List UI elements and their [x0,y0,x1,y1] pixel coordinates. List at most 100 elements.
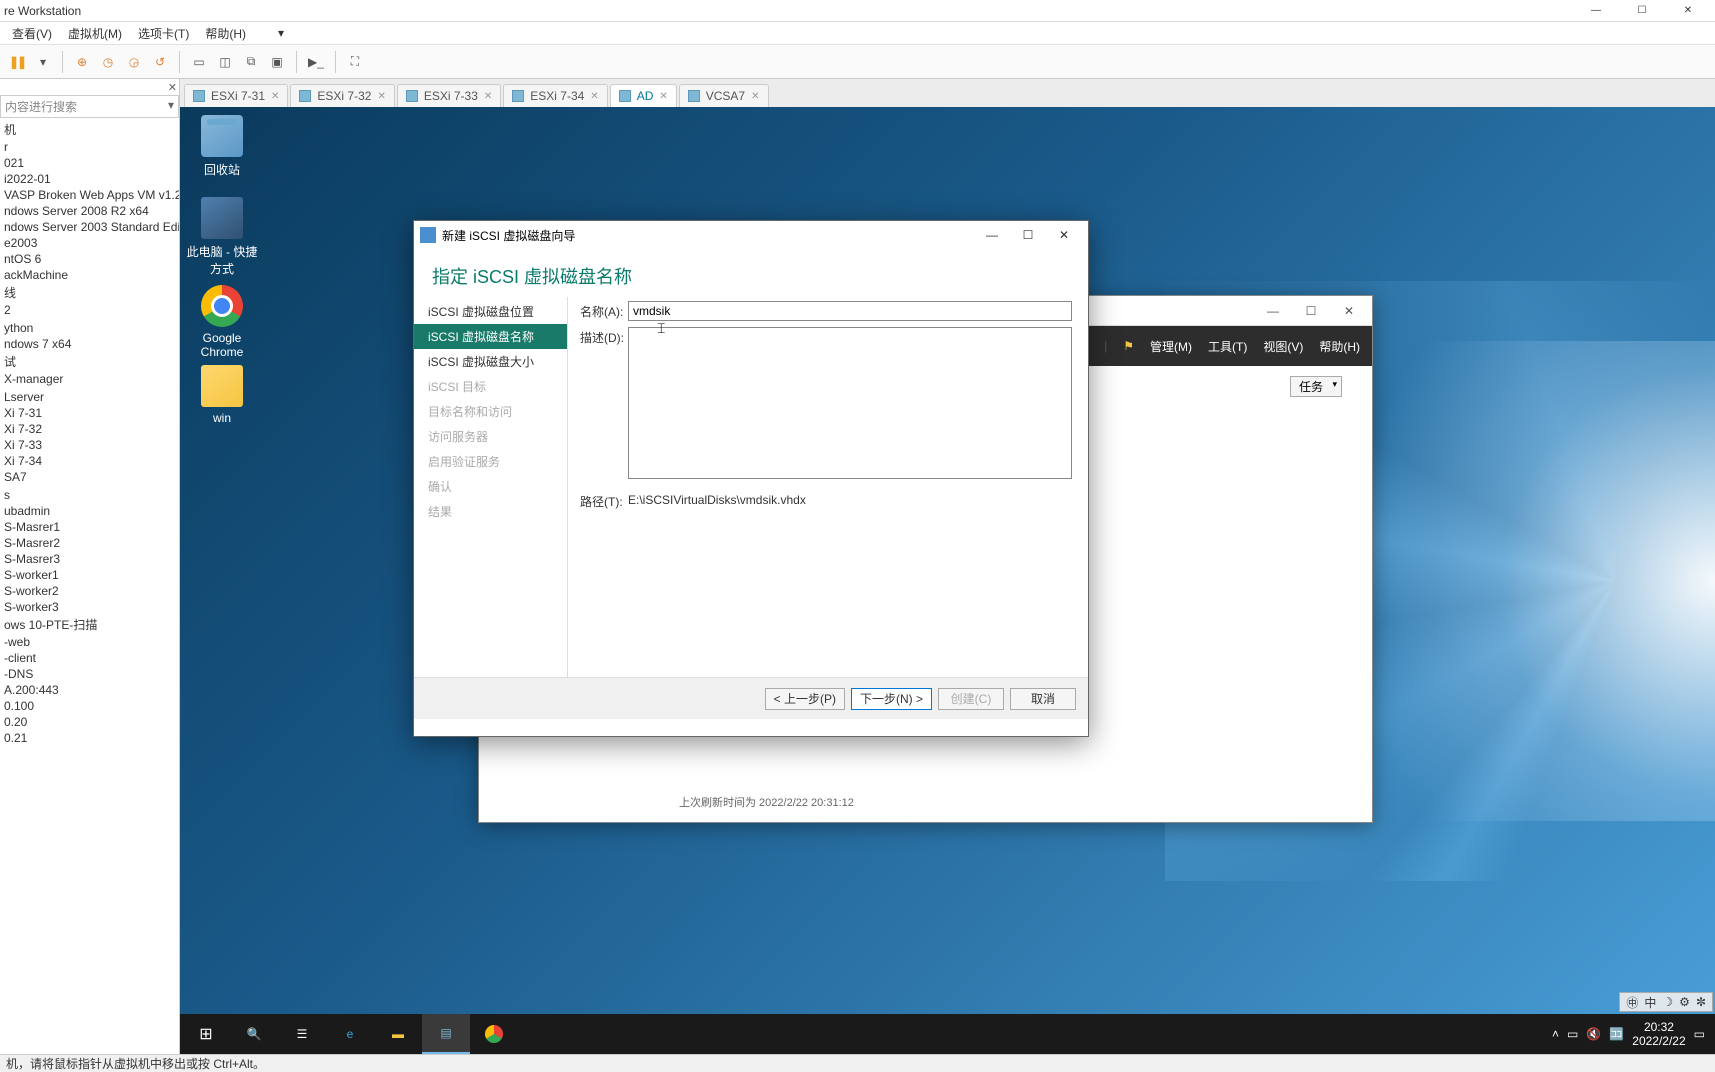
wizard-step[interactable]: iSCSI 虚拟磁盘位置 [414,299,567,324]
this-pc[interactable]: 此电脑 - 快捷方式 [184,197,260,277]
prev-button[interactable]: < 上一步(P) [765,688,845,710]
host-close[interactable]: ✕ [1665,0,1711,22]
tray-network-icon[interactable]: ▭ [1567,1027,1578,1041]
tab-close-icon[interactable]: ✕ [377,91,385,102]
view4-icon[interactable]: ▣ [266,51,288,73]
vm-list-item[interactable]: ubadmin [0,503,179,519]
disk-name-input[interactable] [628,301,1072,321]
dialog-titlebar[interactable]: 新建 iSCSI 虚拟磁盘向导 — ☐ ✕ [414,221,1088,249]
vm-tab[interactable]: AD✕ [610,84,677,107]
vm-list-item[interactable]: S-Masrer2 [0,535,179,551]
tray-ime-icon[interactable]: 🈁 [1609,1027,1624,1041]
host-maximize[interactable]: ☐ [1619,0,1665,22]
snapshot-mgr-icon[interactable]: ◶ [123,51,145,73]
tray-sound-icon[interactable]: 🔇 [1586,1027,1601,1041]
vm-list-item[interactable]: 0.100 [0,698,179,714]
vm-tab[interactable]: VCSA7✕ [679,84,769,107]
vm-list-item[interactable]: Xi 7-34 [0,453,179,469]
toolbar-dropdown[interactable]: ▾ [32,51,54,73]
pause-icon[interactable]: ❚❚ [6,51,28,73]
vm-list-item[interactable]: 2 [0,302,179,318]
dialog-close[interactable]: ✕ [1046,223,1082,247]
vm-list-item[interactable]: e2003 [0,235,179,251]
explorer-button[interactable]: ▬ [374,1014,422,1054]
vm-list-item[interactable]: ndows 7 x64 [0,336,179,352]
view1-icon[interactable]: ▭ [188,51,210,73]
vm-tab[interactable]: ESXi 7-33✕ [397,84,501,107]
console-icon[interactable]: ▶_ [305,51,327,73]
description-textarea[interactable] [628,327,1072,479]
vm-list[interactable]: 机r021i2022-01VASP Broken Web Apps VM v1.… [0,118,179,748]
vm-list-item[interactable]: 机 [0,120,179,139]
vm-list-item[interactable]: SA7 [0,469,179,485]
servermgr-task[interactable]: ▤ [422,1014,470,1054]
bgwin-minimize[interactable]: — [1254,297,1292,325]
vm-list-item[interactable]: VASP Broken Web Apps VM v1.2 [0,187,179,203]
wizard-step[interactable]: iSCSI 虚拟磁盘名称 [414,324,567,349]
tasks-dropdown[interactable]: 任务 [1290,376,1342,397]
vm-list-item[interactable]: i2022-01 [0,171,179,187]
vm-list-item[interactable]: 021 [0,155,179,171]
tab-close-icon[interactable]: ✕ [590,91,598,102]
menu-tabs[interactable]: 选项卡(T) [130,25,197,42]
fullscreen-icon[interactable]: ⛶ [344,51,366,73]
vm-desktop[interactable]: 回收站 此电脑 - 快捷方式 Google Chrome win — ☐ ✕ [180,107,1715,1054]
menu-vm[interactable]: 虚拟机(M) [60,25,130,42]
ime-tray-strip[interactable]: ㊥ 中 ☽ ⚙ ✼ [1619,992,1713,1012]
host-minimize[interactable]: — [1573,0,1619,22]
sm-view[interactable]: 视图(V) [1263,338,1303,355]
vm-list-item[interactable]: ows 10-PTE-扫描 [0,615,179,634]
tab-close-icon[interactable]: ✕ [751,91,759,102]
tab-close-icon[interactable]: ✕ [271,91,279,102]
vm-list-item[interactable]: ython [0,320,179,336]
clock[interactable]: 20:32 2022/2/22 [1632,1020,1685,1049]
vm-list-item[interactable]: s [0,487,179,503]
menu-view[interactable]: 查看(V) [4,25,60,42]
vm-list-item[interactable]: 试 [0,352,179,371]
view3-icon[interactable]: ⧉ [240,51,262,73]
vm-list-item[interactable]: 0.21 [0,730,179,746]
vm-list-item[interactable]: ndows Server 2008 R2 x64 [0,203,179,219]
ie-button[interactable]: e [326,1014,374,1054]
notifications-flag[interactable]: ⚑ [1123,339,1134,353]
vm-list-item[interactable]: S-worker2 [0,583,179,599]
vm-list-item[interactable]: ndows Server 2003 Standard Edition [0,219,179,235]
vm-list-item[interactable]: A.200:443 [0,682,179,698]
vm-list-item[interactable]: -web [0,634,179,650]
start-button[interactable]: ⊞ [182,1014,230,1054]
vm-list-item[interactable]: ackMachine [0,267,179,283]
cancel-button[interactable]: 取消 [1010,688,1076,710]
vm-tab[interactable]: ESXi 7-31✕ [184,84,288,107]
taskview-button[interactable]: ☰ [278,1014,326,1054]
vm-list-item[interactable]: S-worker3 [0,599,179,615]
vm-list-item[interactable]: S-worker1 [0,567,179,583]
chrome-task[interactable] [470,1014,518,1054]
sm-help[interactable]: 帮助(H) [1319,338,1360,355]
next-button[interactable]: 下一步(N) > [851,688,932,710]
bgwin-close[interactable]: ✕ [1330,297,1368,325]
vm-list-item[interactable]: ntOS 6 [0,251,179,267]
tab-close-icon[interactable]: ✕ [484,91,492,102]
vm-list-item[interactable]: Xi 7-33 [0,437,179,453]
action-center-icon[interactable]: ▭ [1694,1027,1705,1041]
vm-list-item[interactable]: Xi 7-31 [0,405,179,421]
snapshot-icon[interactable]: ◷ [97,51,119,73]
dialog-minimize[interactable]: — [974,223,1010,247]
bgwin-maximize[interactable]: ☐ [1292,297,1330,325]
search-button[interactable]: 🔍 [230,1014,278,1054]
vm-list-item[interactable]: r [0,139,179,155]
sm-manage[interactable]: 管理(M) [1150,338,1192,355]
menu-help[interactable]: 帮助(H) [197,25,254,42]
vm-list-item[interactable]: S-Masrer3 [0,551,179,567]
revert-icon[interactable]: ↺ [149,51,171,73]
vm-list-item[interactable]: -client [0,650,179,666]
vm-list-item[interactable]: 线 [0,283,179,302]
vm-list-item[interactable]: X-manager [0,371,179,387]
vm-list-item[interactable]: 0.20 [0,714,179,730]
sidebar-close-icon[interactable]: ✕ [168,81,177,94]
chrome-shortcut[interactable]: Google Chrome [184,285,260,359]
search-input[interactable]: 内容进行搜索 [0,95,179,118]
vm-list-item[interactable]: Lserver [0,389,179,405]
win-folder[interactable]: win [184,365,260,425]
system-tray[interactable]: ˄ ▭ 🔇 🈁 20:32 2022/2/22 ▭ [1544,1020,1713,1049]
